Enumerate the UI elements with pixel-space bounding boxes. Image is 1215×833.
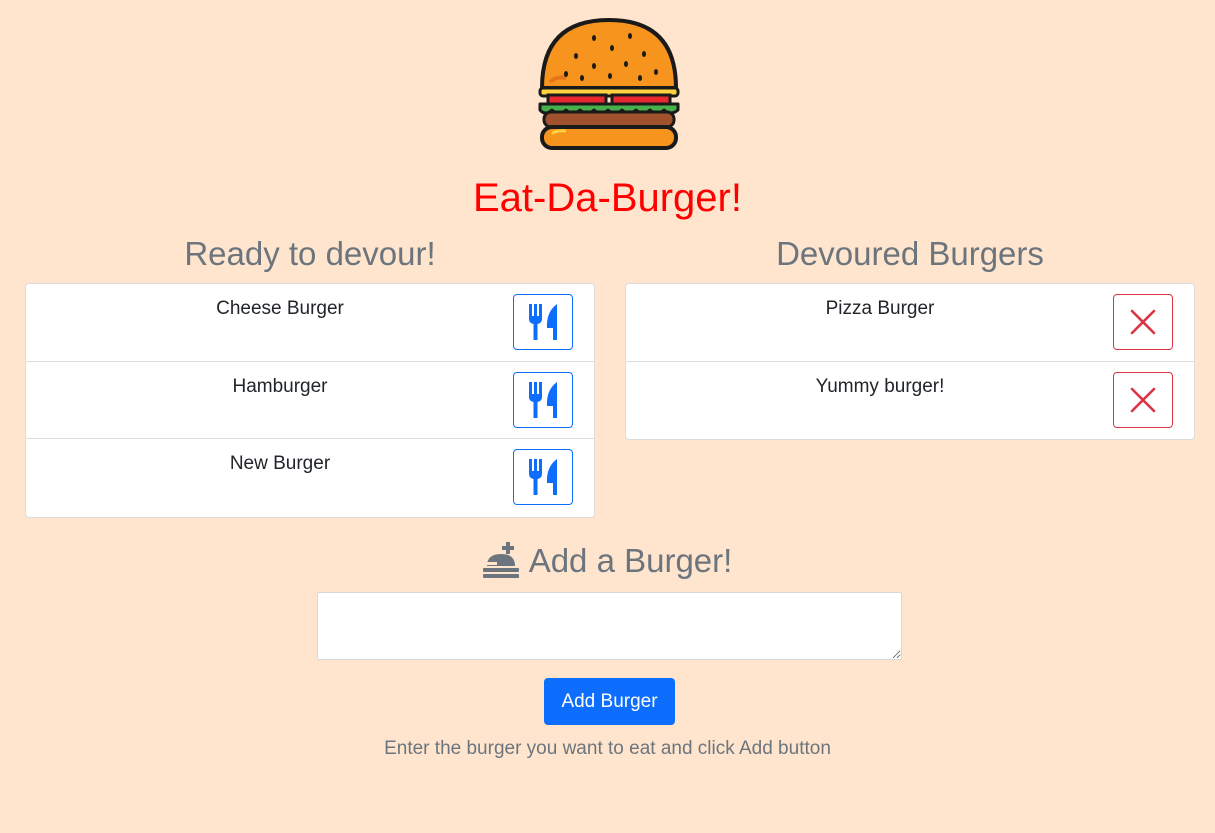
utensils-icon [529, 459, 557, 495]
utensils-icon [529, 304, 557, 340]
list-item: Pizza Burger [626, 284, 1194, 362]
hamburger-icon [538, 18, 680, 150]
help-text: Enter the burger you want to eat and cli… [384, 738, 831, 759]
list-item: Hamburger [26, 362, 594, 439]
devoured-list: Pizza Burger Yummy burger! [625, 283, 1195, 440]
burger-name: Hamburger [232, 375, 328, 397]
devour-button[interactable] [513, 294, 573, 350]
ready-heading: Ready to devour! [184, 235, 436, 272]
add-burger-button[interactable]: Add Burger [544, 678, 675, 725]
close-icon [1130, 309, 1156, 335]
page: Eat-Da-Burger! Ready to devour! Devoured… [0, 0, 1215, 833]
add-heading-text: Add a Burger! [528, 542, 733, 579]
list-item: Yummy burger! [626, 362, 1194, 440]
add-burger-heading: Add a Burger! [0, 536, 1215, 586]
delete-button[interactable] [1113, 371, 1173, 428]
list-item: New Burger [26, 439, 594, 517]
burger-name: New Burger [229, 453, 331, 474]
page-title: Eat-Da-Burger! [473, 176, 742, 220]
utensils-icon [529, 381, 557, 418]
devoured-heading: Devoured Burgers [776, 235, 1044, 272]
devour-button[interactable] [513, 371, 573, 428]
list-item: Cheese Burger [26, 284, 594, 362]
burger-name: Pizza Burger [825, 298, 935, 319]
devour-button[interactable] [513, 449, 573, 505]
ready-list: Cheese Burger Hamburger New Burger [25, 283, 595, 518]
concierge-bell-icon [482, 542, 519, 578]
burger-name: Yummy burger! [815, 375, 945, 397]
burger-input[interactable] [317, 592, 902, 660]
close-icon [1130, 387, 1156, 412]
delete-button[interactable] [1113, 294, 1173, 350]
burger-name: Cheese Burger [216, 298, 344, 319]
